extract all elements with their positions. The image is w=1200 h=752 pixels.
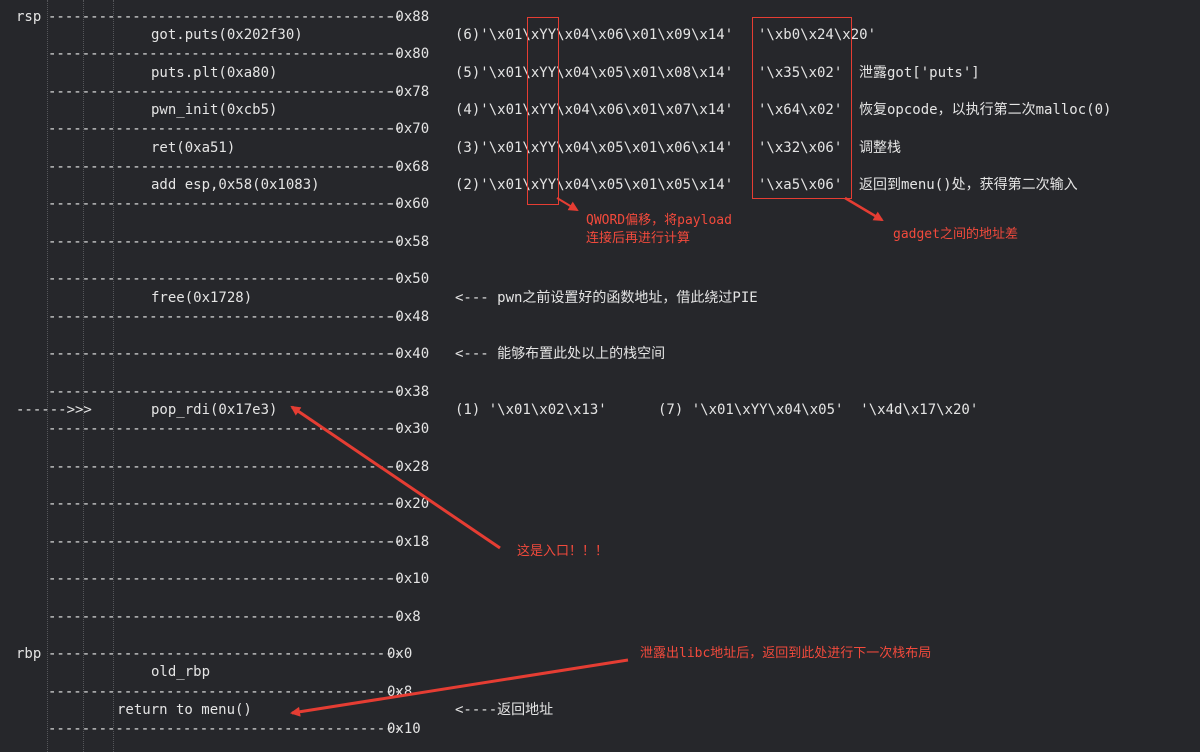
gadget-arrow bbox=[844, 196, 884, 222]
entry-arrow bbox=[290, 405, 501, 550]
annotation-arrows bbox=[290, 196, 884, 717]
libc-leak-arrow bbox=[290, 658, 629, 717]
qword-arrow bbox=[556, 197, 579, 212]
stack-layout-diagram: rsp -------------------------------------… bbox=[0, 0, 1200, 752]
